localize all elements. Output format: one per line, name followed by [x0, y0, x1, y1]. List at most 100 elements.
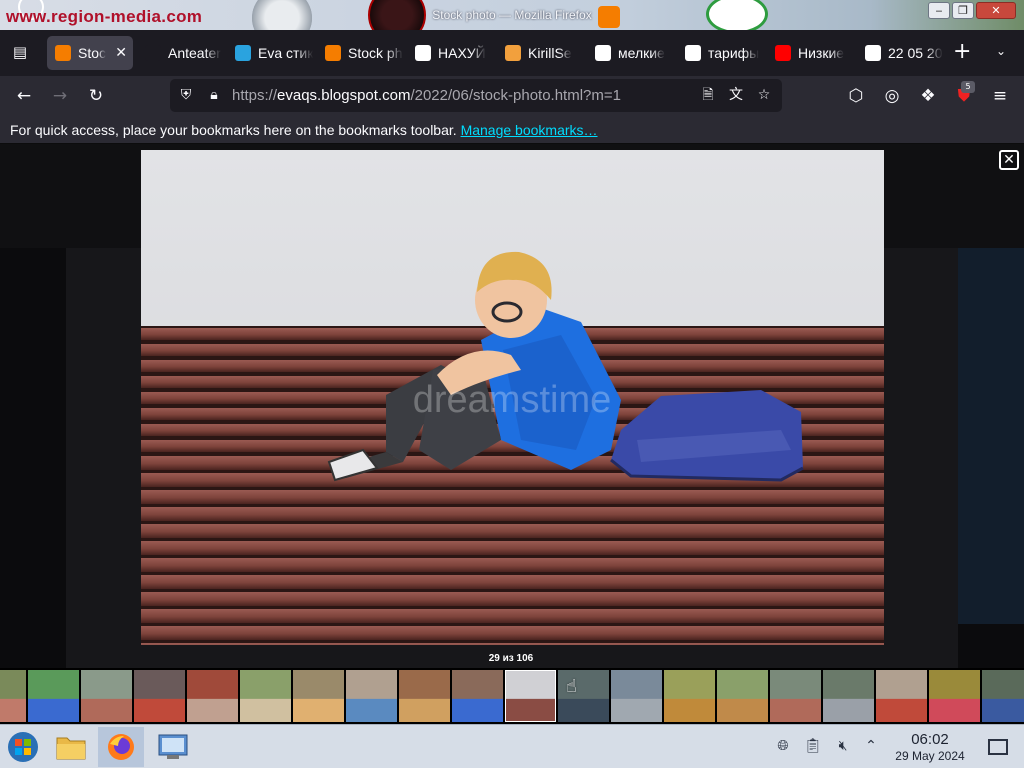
bookmarks-toolbar: For quick access, place your bookmarks h…	[0, 116, 1024, 144]
tab-label: НАХУЙ	[438, 45, 486, 61]
account-icon[interactable]: ◎	[880, 84, 904, 108]
thumbnail[interactable]	[982, 670, 1024, 722]
tab-1[interactable]: Stock photo ✕	[47, 36, 133, 70]
image-counter: 29 из 106	[488, 653, 534, 664]
hand-cursor-icon: ☝	[566, 676, 577, 697]
thumbnail[interactable]	[134, 670, 185, 722]
translate-icon[interactable]: 文	[726, 85, 746, 105]
tab-4[interactable]: Stock photo	[317, 36, 403, 70]
bench-slat	[141, 507, 884, 521]
anteater-icon	[145, 45, 161, 61]
tab-label: 22 05 2024	[888, 45, 943, 61]
thumbnail-strip	[0, 668, 1024, 724]
tab-close-icon[interactable]: ✕	[115, 44, 127, 61]
maximize-icon[interactable]: ❐	[952, 2, 974, 19]
thumbnail-current[interactable]	[505, 670, 556, 722]
list-all-tabs-icon[interactable]: ⌄	[996, 44, 1006, 58]
shield-icon[interactable]: ⛨	[176, 85, 196, 105]
lock-icon[interactable]: 🔒︎	[204, 85, 224, 105]
control-panel-icon	[158, 734, 188, 759]
bench-slat	[141, 609, 884, 623]
system-clock[interactable]: 06:02 29 May 2024	[882, 731, 978, 763]
start-button[interactable]	[0, 727, 46, 767]
volume-muted-icon[interactable]: 🔇︎	[834, 737, 852, 755]
navigation-toolbar: ← → ↻ ⛨ 🔒︎ https://evaqs.blogspot.com/20…	[0, 76, 1024, 116]
bookmark-star-icon[interactable]: ☆	[754, 85, 774, 105]
bench-slat	[141, 541, 884, 555]
thumbnail[interactable]	[876, 670, 927, 722]
tab-label: Eva стикеры	[258, 45, 313, 61]
bench-slat	[141, 524, 884, 538]
tab-overview-icon[interactable]: ▤	[8, 40, 32, 64]
page-icon	[415, 45, 431, 61]
thumbnail[interactable]	[823, 670, 874, 722]
tab-label: Anteater	[168, 45, 221, 61]
reload-icon[interactable]: ↻	[84, 84, 108, 108]
blogger-icon	[325, 45, 341, 61]
tab-7[interactable]: мелкие	[587, 36, 673, 70]
bench-slat	[141, 558, 884, 572]
minimize-icon[interactable]: ‒	[928, 2, 950, 19]
back-icon[interactable]: ←	[12, 84, 36, 108]
tab-8[interactable]: тарифы	[677, 36, 763, 70]
url-text[interactable]: https://evaqs.blogspot.com/2022/06/stock…	[232, 87, 621, 104]
url-host: evaqs.blogspot.com	[277, 87, 411, 104]
thumbnail[interactable]	[28, 670, 79, 722]
new-tab-icon[interactable]: +	[953, 41, 971, 63]
bench-slat	[141, 490, 884, 504]
firefox-icon	[108, 734, 134, 760]
thumbnail[interactable]	[664, 670, 715, 722]
url-path: /2022/06/stock-photo.html?m=1	[410, 87, 621, 104]
tab-strip: ▤ Stock photo ✕ Anteater Eva стикеры Stock p…	[0, 30, 1024, 76]
lightbox-close-icon[interactable]: ✕	[999, 150, 1019, 170]
close-icon[interactable]: ✕	[976, 2, 1016, 19]
tab-5[interactable]: НАХУЙ	[407, 36, 493, 70]
thumbnail[interactable]	[611, 670, 662, 722]
thumbnail[interactable]	[81, 670, 132, 722]
clock-time: 06:02	[911, 731, 949, 748]
photo-watermark: dreamstime	[413, 379, 612, 421]
file-manager-button[interactable]	[48, 727, 94, 767]
clipboard-tray-icon[interactable]: 📋︎	[804, 737, 822, 755]
thumbnail[interactable]	[293, 670, 344, 722]
tab-6[interactable]: KirillSe	[497, 36, 583, 70]
bench-slat	[141, 626, 884, 640]
firefox-taskbar-button[interactable]	[98, 727, 144, 767]
menu-icon[interactable]: ≡	[988, 84, 1012, 108]
thumbnail[interactable]	[0, 670, 26, 722]
pocket-icon[interactable]: ⬡	[844, 84, 868, 108]
control-panel-button[interactable]	[150, 727, 196, 767]
tab-3[interactable]: Eva стикеры	[227, 36, 313, 70]
tab-label: Низкие	[798, 45, 845, 61]
thumbnail[interactable]	[240, 670, 291, 722]
tab-label: тарифы	[708, 45, 760, 61]
lightbox-photo[interactable]: dreamstime	[141, 150, 884, 645]
clock-date: 29 May 2024	[895, 749, 965, 763]
thumbnail[interactable]	[399, 670, 450, 722]
url-bar[interactable]: ⛨ 🔒︎ https://evaqs.blogspot.com/2022/06/…	[170, 79, 782, 112]
tab-2[interactable]: Anteater	[137, 36, 223, 70]
tab-9[interactable]: Низкие	[767, 36, 853, 70]
bench-slat	[141, 592, 884, 606]
web-page-content: dreamstime ✕ 29 из 106 ☝	[0, 144, 1024, 724]
tab-10[interactable]: 22 05 2024	[857, 36, 943, 70]
show-desktop-icon[interactable]	[988, 739, 1008, 755]
tab-label: Stock photo	[78, 45, 106, 61]
tab-label: KirillSe	[528, 45, 572, 61]
network-tray-icon[interactable]: 🌐︎	[774, 737, 792, 755]
extension-badge: 5	[961, 81, 975, 93]
tray-expand-icon[interactable]: ⌃	[862, 737, 880, 755]
extensions-icon[interactable]: ❖	[916, 84, 940, 108]
bookmarks-empty-message: For quick access, place your bookmarks h…	[10, 122, 598, 138]
thumbnail[interactable]	[717, 670, 768, 722]
thumbnail[interactable]	[452, 670, 503, 722]
thumbnail[interactable]	[929, 670, 980, 722]
forward-icon[interactable]: →	[48, 84, 72, 108]
thumbnail[interactable]	[770, 670, 821, 722]
reader-view-icon[interactable]: 🗎︎	[698, 85, 718, 105]
blogger-icon	[55, 45, 71, 61]
bookmarks-message-text: For quick access, place your bookmarks h…	[10, 122, 457, 138]
thumbnail[interactable]	[187, 670, 238, 722]
thumbnail[interactable]	[346, 670, 397, 722]
manage-bookmarks-link[interactable]: Manage bookmarks…	[461, 122, 598, 138]
